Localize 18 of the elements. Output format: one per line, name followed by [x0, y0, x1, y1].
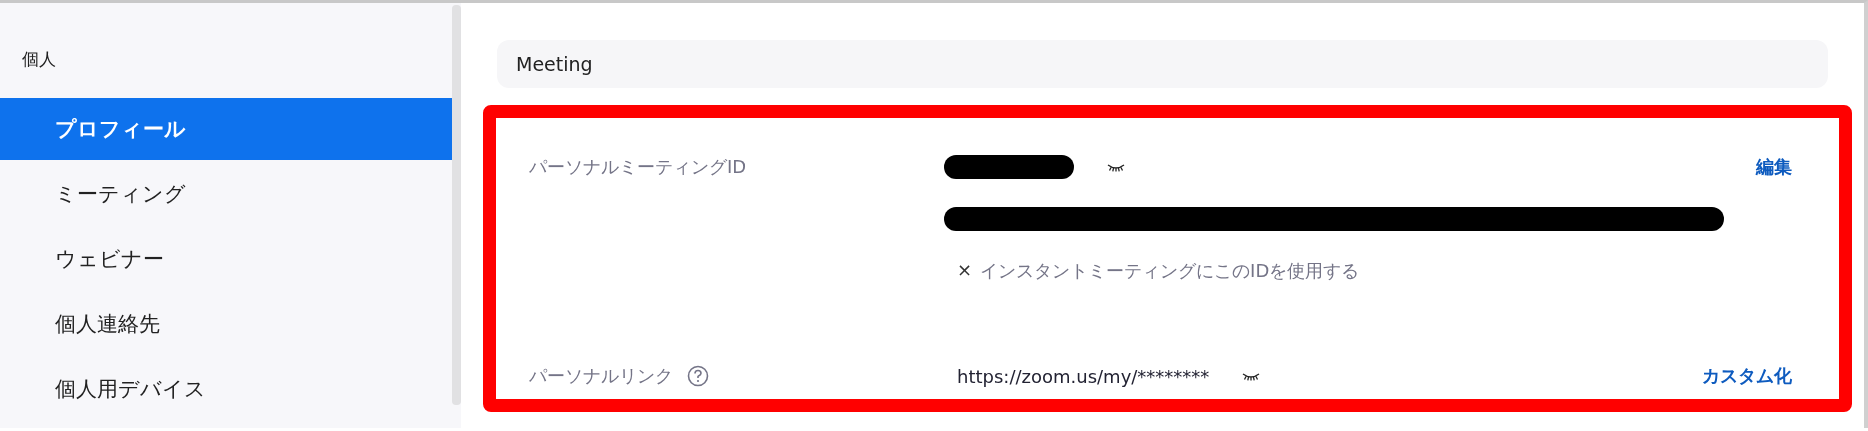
sidebar-section-title: 個人	[21, 48, 56, 71]
closed-eye-icon[interactable]	[1242, 371, 1261, 381]
cross-mark: ×	[957, 259, 973, 282]
personal-link-url: https://zoom.us/my/********	[957, 365, 1210, 387]
section-header: Meeting	[497, 40, 1828, 88]
help-icon[interactable]	[687, 365, 709, 387]
customize-link[interactable]: カスタム化	[1702, 361, 1792, 391]
sidebar-item[interactable]: プロフィール	[0, 98, 452, 160]
closed-eye-icon[interactable]	[1107, 162, 1125, 172]
setting-label: パーソナルミーティングID	[529, 155, 747, 179]
sidebar-item[interactable]: ウェビナー	[0, 228, 452, 290]
sidebar-item[interactable]: ミーティング	[0, 163, 452, 225]
setting-label: パーソナルリンク	[529, 364, 673, 388]
sidebar-item[interactable]: 個人連絡先	[0, 293, 452, 355]
scrollbar-thumb[interactable]	[452, 5, 461, 405]
edit-link[interactable]: 編集	[1756, 152, 1792, 182]
instant-meeting-note: インスタントミーティングにこのIDを使用する	[980, 259, 1360, 283]
sidebar-item[interactable]: 個人用デバイス	[0, 358, 452, 420]
